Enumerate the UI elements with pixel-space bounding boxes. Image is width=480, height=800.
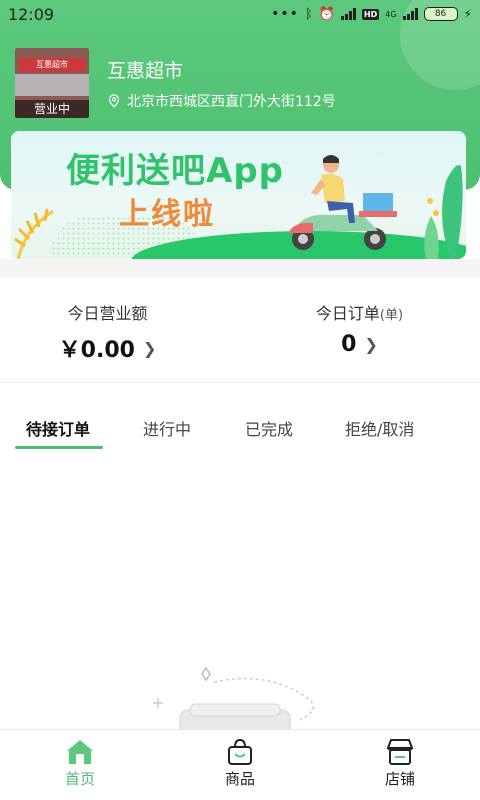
empty-orders-illustration xyxy=(153,666,315,740)
active-tab-indicator xyxy=(15,446,103,449)
status-icons: ••• ᛒ ⏰ HD 4G 86 ⚡ xyxy=(271,6,472,22)
nav-store[interactable]: 店铺 xyxy=(360,738,440,789)
chevron-right-icon: ❯ xyxy=(364,335,378,354)
divider xyxy=(0,382,480,383)
store-icon xyxy=(386,739,414,765)
revenue-value: ￥0.00 xyxy=(58,338,135,363)
chevron-right-icon: ❯ xyxy=(142,338,157,358)
leaf-right-icon xyxy=(424,165,463,259)
revenue-stat[interactable]: 今日营业额 ￥0.00 ❯ xyxy=(40,300,175,364)
nav-products[interactable]: 商品 xyxy=(200,738,280,789)
banner-title: 便利送吧App xyxy=(66,151,284,191)
signal-icon xyxy=(340,8,356,20)
network-type: 4G xyxy=(385,9,397,19)
status-bar: 12:09 ••• ᛒ ⏰ HD 4G 86 ⚡ xyxy=(0,0,480,30)
hd-badge: HD xyxy=(361,8,380,20)
tab-rejected-cancelled[interactable]: 拒绝/取消 xyxy=(345,416,414,440)
orders-stat[interactable]: 今日订单(单) 0 ❯ xyxy=(292,300,427,357)
store-photo-sign: 互惠超市 xyxy=(19,58,85,72)
nav-products-label: 商品 xyxy=(224,770,255,788)
tab-pending[interactable]: 待接订单 xyxy=(26,416,90,440)
battery-icon: 86 xyxy=(423,7,458,21)
nav-store-label: 店铺 xyxy=(384,770,415,788)
tab-in-progress[interactable]: 进行中 xyxy=(143,416,191,440)
section-separator xyxy=(0,259,480,277)
banner-subtitle: 上线啦 xyxy=(119,197,215,232)
battery-level: 86 xyxy=(434,9,447,19)
tab-completed[interactable]: 已完成 xyxy=(245,416,293,440)
bottom-navigation: 首页 商品 店铺 xyxy=(0,729,480,800)
store-address: 北京市西城区西直门外大街112号 xyxy=(107,91,336,111)
revenue-label: 今日营业额 xyxy=(67,304,148,323)
promo-banner[interactable]: 便利送吧App 上线啦 xyxy=(11,131,466,259)
orders-unit: (单) xyxy=(379,308,404,323)
charging-icon: ⚡ xyxy=(463,7,472,21)
nav-home[interactable]: 首页 xyxy=(40,738,120,789)
delivery-scooter-icon xyxy=(288,155,397,250)
more-dots-icon: ••• xyxy=(271,6,299,22)
store-photo-awning xyxy=(15,74,89,96)
bluetooth-icon: ᛒ xyxy=(304,6,313,22)
alarm-icon: ⏰ xyxy=(318,6,335,22)
orders-label: 今日订单 xyxy=(315,304,380,323)
home-icon xyxy=(67,740,93,764)
nav-home-label: 首页 xyxy=(64,770,95,788)
shopping-bag-icon xyxy=(228,738,252,765)
store-address-text: 北京市西城区西直门外大街112号 xyxy=(127,94,336,110)
signal-icon-2 xyxy=(402,8,418,20)
orders-value: 0 xyxy=(341,332,357,357)
store-name: 互惠超市 xyxy=(107,60,184,82)
location-pin-icon xyxy=(108,94,120,108)
leaf-left-icon xyxy=(14,208,54,259)
store-status-badge: 营业中 xyxy=(15,100,89,118)
status-time: 12:09 xyxy=(8,5,55,24)
store-photo[interactable]: 互惠超市 营业中 xyxy=(15,48,89,118)
